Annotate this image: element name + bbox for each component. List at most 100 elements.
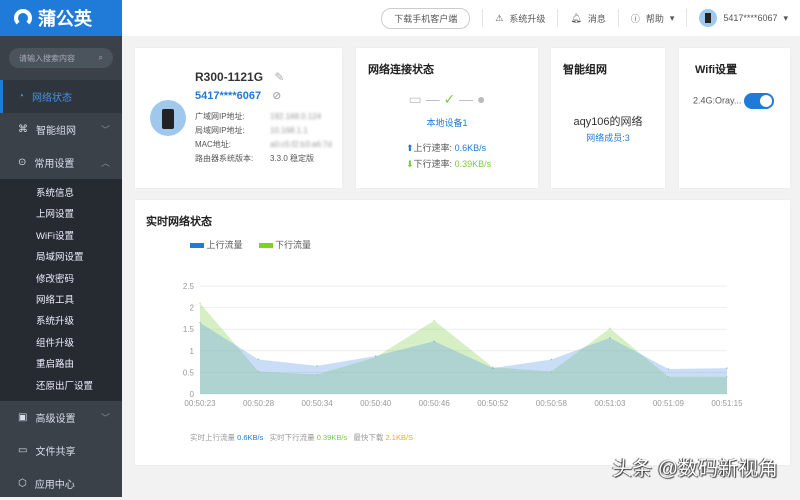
- data-point: [199, 302, 201, 305]
- y-tick-label: 2: [190, 304, 195, 313]
- submenu: 系统信息 上网设置 WiFi设置 局域网设置 修改密码 网络工具 系统升级 组件…: [0, 179, 122, 401]
- device-sn: 5417****6067: [195, 90, 262, 102]
- globe-icon: ●: [477, 91, 486, 107]
- mesh-name: aqy106的网络: [573, 116, 643, 128]
- data-point: [433, 340, 436, 343]
- user-menu[interactable]: 5417****6067 ▾: [686, 9, 800, 27]
- realtime-card: 实时网络状态 上行流量 下行流量 0 0.5 1 1.5 2 2.5 00:50:23 00:…: [135, 200, 790, 465]
- system-upgrade-button[interactable]: ⚠ 系统升级: [482, 9, 557, 27]
- x-tick-label: 00:51:03: [594, 399, 626, 408]
- legend-download[interactable]: 下行流量: [258, 238, 311, 251]
- data-point: [257, 358, 260, 361]
- cube-icon: ⬡: [18, 477, 27, 489]
- chevron-down-icon: ﹀: [100, 412, 110, 423]
- data-point: [667, 368, 670, 370]
- mesh-members-link[interactable]: 网络成员:3: [551, 131, 665, 144]
- sidebar-item-network-status[interactable]: ◔ 网络状态: [0, 80, 122, 113]
- data-point: [433, 319, 436, 322]
- submenu-item[interactable]: 上网设置: [0, 204, 122, 225]
- logo-icon: [14, 9, 32, 27]
- data-point: [199, 321, 201, 324]
- arrow-up-icon: ⬆: [406, 143, 414, 153]
- wifi-card: Wifi设置 2.4G:Oray...: [679, 48, 790, 188]
- data-point: [609, 337, 611, 339]
- x-tick-label: 00:50:46: [419, 399, 451, 408]
- messages-button[interactable]: 🔔︎ 消息: [557, 9, 617, 27]
- bell-icon: 🔔︎: [570, 12, 582, 23]
- y-tick-label: 1: [190, 347, 195, 356]
- check-icon: ✓: [443, 91, 456, 107]
- sidebar-item-advanced[interactable]: ▣ 高级设置 ﹀: [0, 401, 122, 434]
- settings-icon: ⊙: [18, 157, 27, 168]
- submenu-item[interactable]: WiFi设置: [0, 226, 122, 247]
- x-tick-label: 00:50:52: [477, 399, 509, 408]
- network-icon: ⌘: [18, 124, 28, 135]
- download-client-button[interactable]: 下载手机客户端: [381, 7, 471, 29]
- download-rate: 0.39KB/s: [454, 159, 492, 169]
- y-tick-label: 1.5: [183, 325, 195, 334]
- search-icon: ⌕: [98, 53, 103, 62]
- max-download: 2.1KB/S: [385, 433, 414, 442]
- data-point: [550, 358, 553, 361]
- wifi-toggle[interactable]: [743, 93, 774, 109]
- legend-upload[interactable]: 上行流量: [190, 238, 243, 251]
- upgrade-icon: ⚠: [495, 12, 504, 23]
- data-point: [491, 367, 494, 369]
- sidebar-item-file-share[interactable]: ▭ 文件共享: [0, 434, 122, 467]
- submenu-item[interactable]: 系统升级: [0, 311, 122, 332]
- submenu-item[interactable]: 组件升级: [0, 333, 122, 354]
- help-menu[interactable]: ⓘ 帮助 ▾: [617, 9, 687, 27]
- x-tick-label: 00:51:15: [711, 399, 743, 408]
- area-upload: [200, 322, 727, 394]
- wan-ip: 192.168.0.124: [270, 112, 322, 121]
- router-icon: [150, 100, 186, 136]
- sidebar-item-app-center[interactable]: ⬡ 应用中心: [0, 467, 122, 500]
- caret-down-icon: ▾: [783, 12, 788, 23]
- dashboard-icon: ◔: [18, 91, 25, 102]
- sidebar: 蒲公英 请输入搜索内容 ⌕ ◔ 网络状态 ⌘ 智能组网 ﹀ ⊙ 常用设置 ︿ 系统信息 上网…: [0, 0, 122, 497]
- upload-rate: 0.6KB/s: [454, 143, 487, 153]
- lan-ip: 10.168.1.1: [270, 126, 308, 135]
- hide-icon[interactable]: ⊘: [272, 90, 281, 102]
- submenu-item[interactable]: 系统信息: [0, 183, 122, 204]
- x-tick-label: 00:51:09: [653, 399, 685, 408]
- header: 下载手机客户端 ⚠ 系统升级 🔔︎ 消息 ⓘ 帮助 ▾ 5417****6067 ▾: [122, 0, 800, 36]
- caret-down-icon: ▾: [669, 12, 675, 23]
- realtime-download: 0.39KB/s: [316, 433, 348, 442]
- connection-card: 网络连接状态 ▭ — ✓ — ● 本地设备1 ⬆上行速率: 0.6KB/s ⬇下…: [356, 48, 538, 188]
- watermark: 头条 @数码新视角: [612, 458, 778, 480]
- router-icon: ▭: [408, 91, 422, 107]
- submenu-item[interactable]: 网络工具: [0, 290, 122, 311]
- device-card: R300-1121G ✎ 5417****6067 ⊘ 广域网IP地址: 192.…: [135, 48, 342, 188]
- arrow-down-icon: ⬇: [406, 159, 414, 169]
- sidebar-item-mesh[interactable]: ⌘ 智能组网 ﹀: [0, 113, 122, 146]
- mac-address: a0:c5:f2:b3:a6:7d: [270, 140, 332, 149]
- local-devices-link[interactable]: 本地设备1: [356, 116, 538, 129]
- data-point: [726, 367, 728, 369]
- realtime-upload: 0.6KB/s: [237, 433, 264, 442]
- y-tick-label: 0.5: [183, 368, 195, 377]
- firmware-version: 3.3.0 稳定版: [270, 154, 315, 163]
- folder-icon: ▭: [18, 444, 28, 456]
- submenu-item[interactable]: 还原出厂设置: [0, 376, 122, 397]
- logo[interactable]: 蒲公英: [0, 0, 122, 36]
- submenu-item[interactable]: 修改密码: [0, 269, 122, 290]
- data-point: [609, 327, 611, 330]
- data-point: [374, 355, 377, 357]
- y-tick-label: 2.5: [183, 282, 195, 291]
- submenu-item[interactable]: 重启路由: [0, 354, 122, 375]
- data-point: [316, 365, 318, 367]
- device-model: R300-1121G: [195, 70, 264, 84]
- y-tick-label: 0: [190, 390, 195, 399]
- edit-icon[interactable]: ✎: [274, 70, 284, 84]
- x-tick-label: 00:50:28: [243, 399, 275, 408]
- search-input[interactable]: 请输入搜索内容 ⌕: [9, 48, 113, 68]
- x-tick-label: 00:50:23: [184, 399, 216, 408]
- mesh-card: 智能组网 aqy106的网络 网络成员:3: [551, 48, 665, 188]
- sidebar-item-common-settings[interactable]: ⊙ 常用设置 ︿: [0, 146, 122, 179]
- chevron-down-icon: ﹀: [100, 125, 110, 135]
- x-tick-label: 00:50:40: [360, 399, 392, 408]
- avatar: [699, 9, 718, 27]
- wifi-ssid: Oray...: [715, 95, 742, 106]
- submenu-item[interactable]: 局域网设置: [0, 247, 122, 268]
